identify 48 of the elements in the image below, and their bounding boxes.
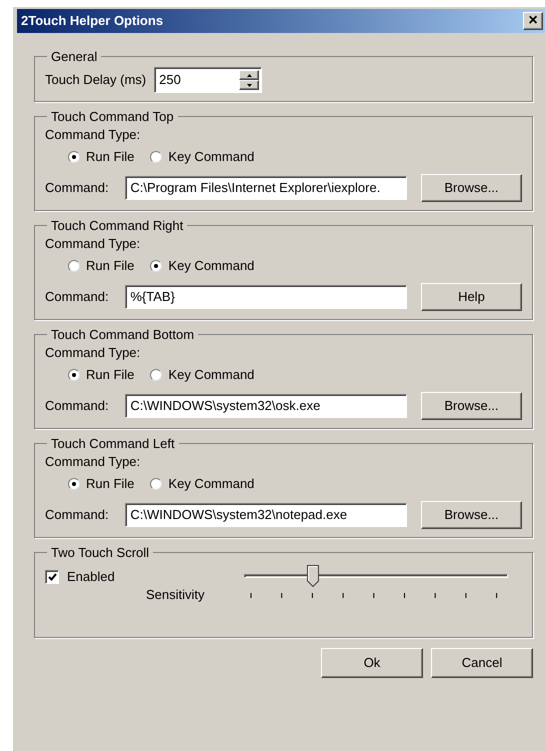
radio-label: Key Command: [168, 366, 254, 384]
radio-label: Run File: [86, 256, 134, 275]
radio-button[interactable]: [68, 150, 80, 162]
command-field[interactable]: C:\WINDOWS\system32\notepad.exe: [125, 503, 407, 527]
spin-value: 250: [159, 71, 181, 90]
dialog-button[interactable]: Browse...: [420, 174, 522, 202]
spin-up-button[interactable]: [239, 70, 260, 80]
command-label: Command:: [45, 288, 110, 306]
radio-label: Run File: [86, 474, 134, 493]
radio-button[interactable]: [150, 260, 162, 272]
checkbox[interactable]: [45, 570, 59, 584]
radio-label: Key Command: [168, 474, 254, 493]
radio-label: Run File: [86, 366, 134, 384]
radio-button[interactable]: [150, 478, 162, 490]
type-label: Command Type:: [45, 344, 142, 362]
spin-field[interactable]: 250: [154, 67, 262, 93]
type-label: Command Type:: [45, 126, 142, 144]
radio-button[interactable]: [68, 368, 80, 380]
close-button[interactable]: ×: [523, 12, 543, 30]
radio-button[interactable]: [68, 260, 80, 272]
type-label: Command Type:: [45, 453, 142, 471]
window-title: 2Touch Helper Options: [21, 12, 164, 30]
radio-button[interactable]: [150, 150, 162, 162]
radio-label: Key Command: [168, 148, 254, 166]
up-arrow-icon: [246, 74, 252, 76]
radio-label: Key Command: [168, 256, 254, 275]
dialog-button[interactable]: Ok: [321, 648, 423, 678]
command-label: Command:: [45, 397, 110, 416]
dialog-button[interactable]: Browse...: [420, 392, 522, 420]
command-label: Command:: [45, 179, 110, 198]
checkbox-label: Enabled: [67, 568, 115, 586]
slider-label: Sensitivity: [146, 586, 206, 604]
command-field[interactable]: C:\Program Files\Internet Explorer\iexplore.: [125, 176, 407, 200]
command-field[interactable]: %{TAB}: [125, 285, 407, 309]
command-label: Command:: [45, 506, 110, 524]
radio-label: Run File: [86, 148, 134, 166]
spin-down-button[interactable]: [239, 80, 260, 90]
type-label: Command Type:: [45, 235, 142, 253]
field-label: Touch Delay (ms): [45, 71, 146, 90]
check-icon: [48, 572, 56, 581]
dialog-button[interactable]: Cancel: [431, 648, 533, 678]
dialog-button[interactable]: Help: [420, 283, 522, 311]
radio-button[interactable]: [68, 478, 80, 490]
command-field[interactable]: C:\WINDOWS\system32\osk.exe: [125, 394, 407, 418]
radio-button[interactable]: [150, 368, 162, 380]
dialog-button[interactable]: Browse...: [420, 501, 522, 529]
down-arrow-icon: [246, 84, 252, 86]
slider-thumb[interactable]: [307, 565, 320, 587]
